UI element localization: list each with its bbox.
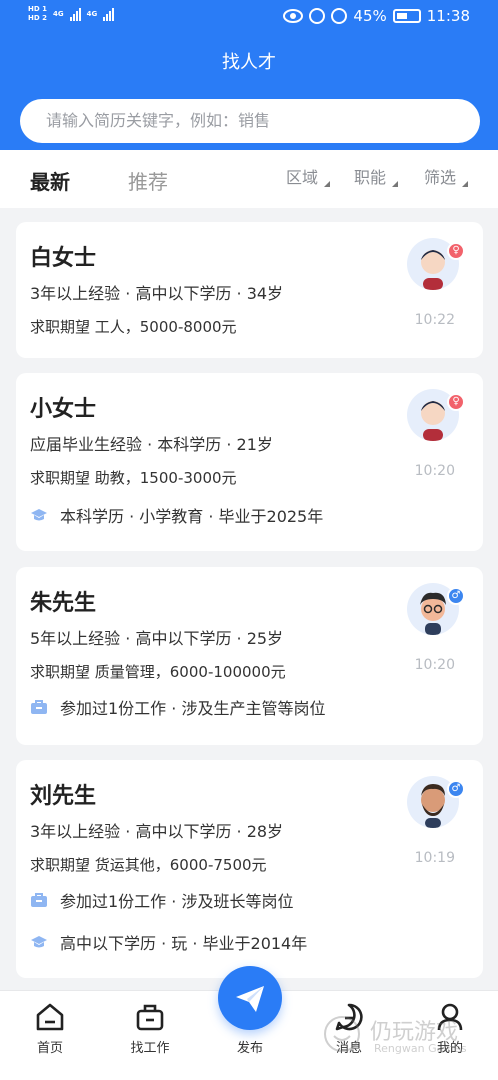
filter-dropdown[interactable]: 筛选 — [424, 164, 469, 188]
sim1-label: HD 1 — [28, 5, 47, 13]
work-row: 参加过1份工作 · 涉及生产主管等岗位 — [30, 695, 325, 719]
page-title: 找人才 — [222, 52, 276, 73]
education-row: 本科学历 · 小学教育 · 毕业于2025年 — [30, 503, 323, 527]
female-badge-icon: ♀ — [447, 393, 465, 411]
watermark-logo-icon — [324, 1016, 360, 1052]
status-bar: HD 1 HD 2 4G 4G 45% 11:38 — [0, 0, 498, 34]
watermark-subtext: Rengwan Games — [374, 1042, 467, 1055]
candidate-card[interactable]: 小女士 应届毕业生经验 · 本科学历 · 21岁 求职期望 助教，1500-30… — [16, 373, 483, 551]
candidate-info: 5年以上经验 · 高中以下学历 · 25岁 — [30, 629, 284, 648]
graduation-cap-icon — [31, 509, 47, 521]
work-row: 参加过1份工作 · 涉及班长等岗位 — [30, 888, 293, 912]
candidate-card[interactable]: 刘先生 3年以上经验 · 高中以下学历 · 28岁 求职期望 货运其他，6000… — [16, 760, 483, 978]
paper-plane-icon — [236, 986, 264, 1012]
education-text: 高中以下学历 · 玩 · 毕业于2014年 — [60, 934, 308, 953]
graduation-cap-icon — [31, 936, 47, 948]
education-row: 高中以下学历 · 玩 · 毕业于2014年 — [30, 930, 307, 954]
candidate-expectation: 求职期望 助教，1500-3000元 — [30, 469, 237, 487]
search-input[interactable]: 请输入简历关键字，例如：销售 — [20, 99, 480, 143]
clock: 11:38 — [426, 7, 470, 25]
nav-home[interactable]: 首页 — [10, 1001, 90, 1056]
dropdown-arrow-icon — [392, 181, 399, 187]
candidate-expectation: 求职期望 货运其他，6000-7500元 — [30, 856, 267, 874]
education-text: 本科学历 · 小学教育 · 毕业于2025年 — [60, 507, 324, 526]
candidate-info: 3年以上经验 · 高中以下学历 · 34岁 — [30, 284, 284, 303]
network-gen-b: 4G — [86, 9, 98, 18]
region-dropdown[interactable]: 区域 — [286, 164, 331, 188]
male-badge-icon: ♂ — [447, 780, 465, 798]
dropdown-arrow-icon — [462, 181, 469, 187]
signal-icon-2 — [103, 7, 115, 21]
publish-label: 发布 — [236, 1041, 263, 1056]
watermark: 仍玩游戏 Rengwan Games — [322, 1010, 492, 1060]
candidate-card[interactable]: 白女士 3年以上经验 · 高中以下学历 · 34岁 求职期望 工人，5000-8… — [16, 222, 483, 358]
work-text: 参加过1份工作 · 涉及班长等岗位 — [60, 892, 294, 911]
position-dropdown[interactable]: 职能 — [354, 164, 399, 188]
briefcase-icon — [136, 1004, 164, 1031]
male-badge-icon: ♂ — [447, 587, 465, 605]
candidate-name: 白女士 — [30, 246, 97, 271]
candidate-info: 应届毕业生经验 · 本科学历 · 21岁 — [30, 435, 273, 454]
candidate-info: 3年以上经验 · 高中以下学历 · 28岁 — [30, 822, 284, 841]
dropdown-arrow-icon — [324, 181, 331, 187]
update-time: 10:19 — [414, 850, 455, 866]
nav-find-job[interactable]: 找工作 — [110, 1001, 190, 1056]
app-header: HD 1 HD 2 4G 4G 45% 11:38 找人才 请输入简历关键字，例… — [0, 0, 498, 150]
publish-button[interactable] — [218, 966, 282, 1030]
eye-icon — [283, 9, 304, 23]
signal-icon — [69, 7, 81, 21]
tab-recommended[interactable]: 推荐 — [128, 166, 168, 195]
candidate-expectation: 求职期望 质量管理，6000-100000元 — [30, 663, 286, 681]
update-time: 10:22 — [414, 312, 455, 328]
alarm-icon — [309, 8, 326, 24]
update-time: 10:20 — [414, 463, 455, 479]
battery-icon — [392, 9, 421, 23]
candidate-card[interactable]: 朱先生 5年以上经验 · 高中以下学历 · 25岁 求职期望 质量管理，6000… — [16, 567, 483, 745]
candidate-name: 朱先生 — [30, 591, 97, 616]
update-time: 10:20 — [414, 657, 455, 673]
home-icon — [36, 1003, 64, 1031]
briefcase-icon — [31, 893, 47, 907]
female-badge-icon: ♀ — [447, 242, 465, 260]
filter-bar: 最新 推荐 区域 职能 筛选 — [0, 150, 498, 208]
network-gen-a: 4G — [52, 9, 64, 18]
briefcase-icon — [31, 700, 47, 714]
tab-latest[interactable]: 最新 — [30, 166, 70, 195]
speed-icon — [331, 8, 348, 24]
battery-percent: 45% — [353, 7, 387, 25]
candidate-name: 小女士 — [30, 397, 97, 422]
candidate-name: 刘先生 — [30, 784, 97, 809]
work-text: 参加过1份工作 · 涉及生产主管等岗位 — [60, 699, 326, 718]
candidate-expectation: 求职期望 工人，5000-8000元 — [30, 318, 237, 336]
sim2-label: HD 2 — [28, 14, 47, 22]
